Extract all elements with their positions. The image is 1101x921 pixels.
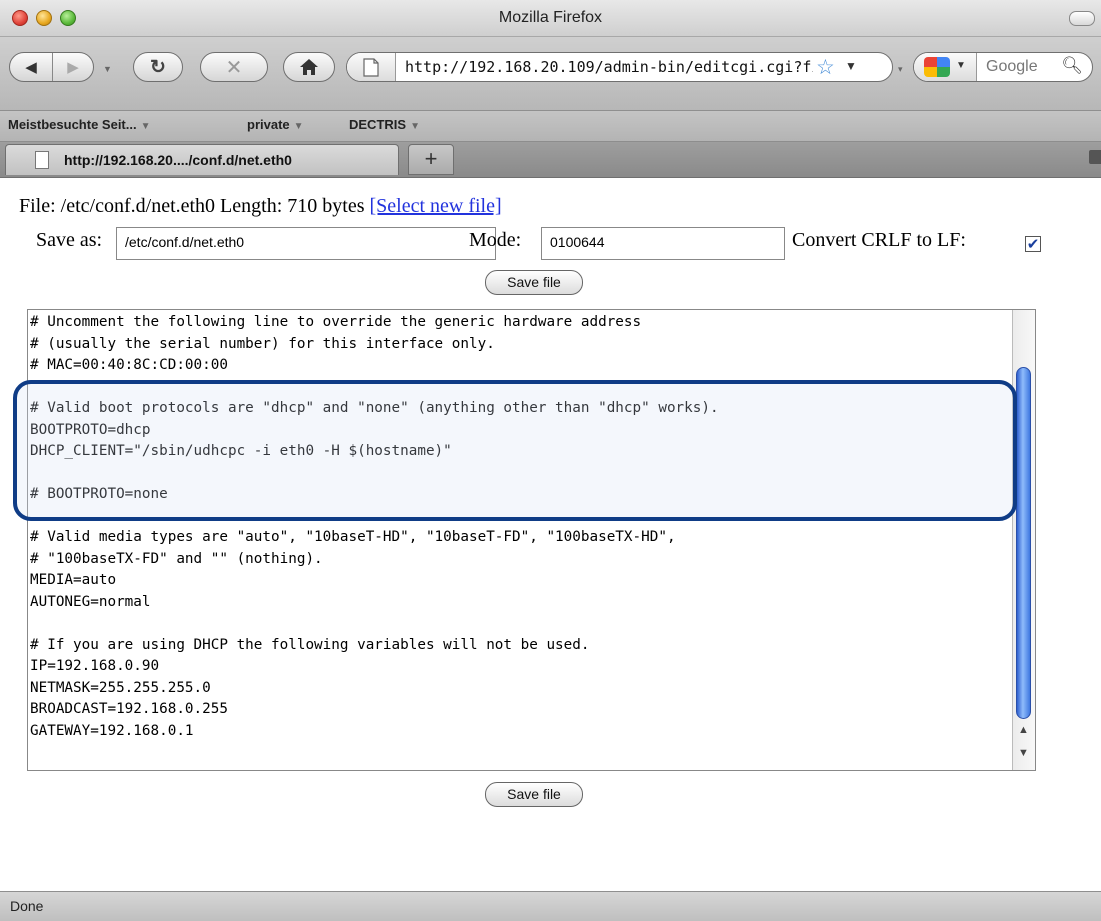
tab-net-eth0[interactable]: http://192.168.20..../conf.d/net.eth0 [5, 144, 399, 175]
home-button[interactable] [283, 52, 335, 82]
chevron-down-icon: ▼ [293, 121, 304, 132]
navigation-toolbar: ◀ ▶ ▼ ↻ ✕ http://192.168.20.109/admin-bi… [0, 37, 1101, 111]
stop-button[interactable]: ✕ [200, 52, 268, 82]
reload-icon: ↻ [150, 56, 166, 78]
status-text: Done [10, 898, 44, 914]
select-new-file-link[interactable]: [Select new file] [369, 195, 501, 217]
back-button[interactable]: ◀ [10, 53, 53, 81]
search-icon[interactable]: 🔍︎ [1061, 56, 1083, 76]
bookmark-label: private [247, 117, 290, 132]
save-as-input[interactable]: /etc/conf.d/net.eth0 [116, 227, 496, 260]
page-icon [35, 151, 49, 169]
bookmark-star-icon[interactable]: ☆ [816, 55, 835, 80]
search-engine-button[interactable]: ▼ [914, 53, 977, 81]
mode-label: Mode: [469, 229, 522, 251]
chevron-down-icon: ▼ [410, 121, 420, 132]
search-input[interactable]: Google [986, 58, 1038, 76]
window-titlebar: Mozilla Firefox [0, 0, 1101, 37]
bookmark-label: Meistbesuchte Seit... [8, 117, 137, 132]
scroll-up-arrow-icon[interactable]: ▲ [1018, 724, 1029, 736]
save-options-row: Save as: /etc/conf.d/net.eth0 Mode: 0100… [36, 227, 1096, 263]
stop-icon: ✕ [225, 56, 243, 79]
home-icon [300, 59, 318, 75]
page-icon [363, 58, 379, 77]
bookmark-folder-dectris[interactable]: DECTRIS ▼ [349, 117, 420, 132]
bookmarks-toolbar: Meistbesuchte Seit... ▼ private ▼ DECTRIS ▼ [0, 111, 1101, 142]
reload-button[interactable]: ↻ [133, 52, 183, 82]
plus-icon: + [424, 146, 438, 171]
status-bar: Done [0, 891, 1101, 921]
forward-arrow-icon: ▶ [67, 59, 79, 76]
convert-crlf-checkbox[interactable]: ✔ [1025, 236, 1041, 252]
url-dropdown-icon[interactable]: ▼ [845, 59, 857, 73]
checkmark-icon: ✔ [1026, 235, 1040, 253]
bookmark-label: DECTRIS [349, 117, 407, 132]
scroll-down-arrow-icon[interactable]: ▼ [1018, 747, 1029, 759]
page-content: File: /etc/conf.d/net.eth0 Length: 710 b… [0, 178, 1101, 891]
forward-button[interactable]: ▶ [53, 53, 93, 81]
bookmark-folder-most-visited[interactable]: Meistbesuchte Seit... ▼ [8, 117, 151, 132]
file-info-text: File: /etc/conf.d/net.eth0 Length: 710 b… [19, 195, 370, 217]
search-box[interactable]: ▼ Google 🔍︎ [913, 52, 1093, 82]
url-bar[interactable]: http://192.168.20.109/admin-bin/editcgi.… [346, 52, 893, 82]
back-forward-buttons: ◀ ▶ [9, 52, 94, 82]
bookmark-folder-private[interactable]: private ▼ [247, 117, 304, 132]
separator-dropdown-icon[interactable]: ▾ [898, 64, 903, 75]
tab-bar: http://192.168.20..../conf.d/net.eth0 + [0, 142, 1101, 178]
chevron-down-icon: ▼ [140, 121, 151, 132]
url-text[interactable]: http://192.168.20.109/admin-bin/editcgi.… [405, 58, 813, 76]
tab-label: http://192.168.20..../conf.d/net.eth0 [64, 152, 292, 168]
file-editor-textarea[interactable]: # Uncomment the following line to overri… [27, 309, 1036, 771]
file-info-line: File: /etc/conf.d/net.eth0 Length: 710 b… [19, 195, 502, 218]
editor-scrollbar[interactable]: ▲ ▼ [1012, 310, 1035, 770]
tab-list-icon[interactable] [1089, 150, 1101, 164]
scrollbar-thumb[interactable] [1016, 367, 1031, 719]
search-engine-dropdown-icon: ▼ [956, 60, 966, 71]
save-file-button-bottom[interactable]: Save file [485, 782, 583, 807]
google-logo-icon [924, 57, 950, 77]
window-title: Mozilla Firefox [498, 9, 603, 26]
toolbar-toggle-button[interactable] [1069, 11, 1095, 26]
save-file-button-top[interactable]: Save file [485, 270, 583, 295]
new-tab-button[interactable]: + [408, 144, 454, 175]
file-content[interactable]: # Uncomment the following line to overri… [28, 312, 1010, 742]
mode-input[interactable]: 0100644 [541, 227, 785, 260]
back-arrow-icon: ◀ [25, 59, 37, 76]
save-as-label: Save as: [36, 229, 103, 251]
site-identity-button[interactable] [347, 53, 396, 81]
highlight-annotation-box [13, 380, 1017, 521]
convert-crlf-label: Convert CRLF to LF: [792, 229, 966, 251]
history-dropdown-icon[interactable]: ▼ [103, 64, 112, 74]
